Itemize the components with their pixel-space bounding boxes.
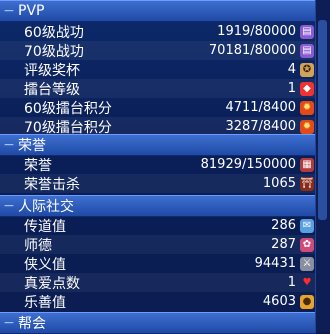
- scroll-icon: ▤: [300, 24, 314, 39]
- stat-label: 60级擂台积分: [24, 100, 112, 117]
- stat-row: 70级战功 70181/80000 ▤: [0, 41, 316, 60]
- stat-label: 乐善值: [24, 294, 66, 311]
- stat-value: 1919/80000: [217, 24, 296, 39]
- stat-value: 81929/150000: [200, 157, 296, 172]
- stat-row: 侠义值 94431 ⚔: [0, 254, 316, 273]
- scrollbar-thumb[interactable]: [318, 20, 327, 220]
- medal-icon: ✪: [300, 62, 314, 77]
- chat-icon: ✉: [300, 218, 314, 233]
- stat-row: 擂台等级 1 ◆: [0, 79, 316, 98]
- stat-value: 3287/8400: [225, 119, 296, 134]
- stat-label: 60级战功: [24, 24, 84, 41]
- vertical-scrollbar[interactable]: [315, 0, 330, 332]
- stat-value: 1: [287, 81, 296, 96]
- stat-label: 荣誉: [24, 157, 52, 174]
- section-header-social[interactable]: − 人际社交: [0, 195, 316, 217]
- stat-value: 4711/8400: [225, 100, 296, 115]
- flower-icon: ✿: [300, 237, 314, 252]
- fire-emblem-icon: ✹: [300, 100, 314, 115]
- stat-label: 真爱点数: [24, 275, 80, 292]
- stat-value: 4603: [262, 294, 296, 309]
- stat-value: 287: [271, 237, 296, 252]
- collapse-icon[interactable]: −: [2, 198, 16, 214]
- section-header-pvp[interactable]: − PVP: [0, 0, 316, 22]
- stat-row: 60级擂台积分 4711/8400 ✹: [0, 98, 316, 117]
- stat-row: 真爱点数 1 ♥: [0, 273, 316, 292]
- scroll-icon: ▤: [300, 43, 314, 58]
- stat-row: 荣誉击杀 1065 ⛩: [0, 174, 316, 193]
- collapse-icon[interactable]: −: [2, 315, 16, 331]
- stat-label: 侠义值: [24, 256, 66, 273]
- fire-emblem-icon: ✹: [300, 119, 314, 134]
- section-title: 荣誉: [18, 138, 46, 154]
- section-title: 人际社交: [18, 199, 74, 215]
- heart-icon: ♥: [302, 277, 312, 288]
- stat-row: 乐善值 4603 ●: [0, 292, 316, 311]
- stat-label: 荣誉击杀: [24, 176, 80, 193]
- stat-row: 荣誉 81929/150000 ▦: [0, 155, 316, 174]
- stat-value: 94431: [254, 256, 296, 271]
- gate-icon: ⛩: [300, 176, 314, 191]
- section-header-guild[interactable]: − 帮会: [0, 312, 316, 334]
- stat-label: 擂台等级: [24, 81, 80, 98]
- section-title: PVP: [18, 3, 45, 19]
- section-header-honor[interactable]: − 荣誉: [0, 134, 316, 156]
- stat-row: 60级战功 1919/80000 ▤: [0, 22, 316, 41]
- stat-row: 师德 287 ✿: [0, 235, 316, 254]
- rank-badge-icon: ◆: [300, 81, 314, 96]
- money-bag-icon: ●: [300, 294, 314, 309]
- section-title: 帮会: [18, 316, 46, 332]
- stat-value: 1: [287, 275, 296, 290]
- stat-value: 70181/80000: [208, 43, 296, 58]
- stat-label: 70级战功: [24, 43, 84, 60]
- stat-label: 师德: [24, 237, 52, 254]
- stat-value: 286: [271, 218, 296, 233]
- sword-icon: ⚔: [300, 256, 314, 271]
- stats-panel: − PVP 60级战功 1919/80000 ▤ 70级战功 70181/800…: [0, 0, 330, 334]
- stat-value: 1065: [262, 176, 296, 191]
- stat-row: 传道值 286 ✉: [0, 216, 316, 235]
- stat-value: 4: [287, 62, 296, 77]
- collapse-icon[interactable]: −: [2, 3, 16, 19]
- book-icon: ▦: [300, 157, 314, 172]
- collapse-icon[interactable]: −: [2, 137, 16, 153]
- stat-label: 评级奖杯: [24, 62, 80, 79]
- stat-label: 传道值: [24, 218, 66, 235]
- stat-row: 评级奖杯 4 ✪: [0, 60, 316, 79]
